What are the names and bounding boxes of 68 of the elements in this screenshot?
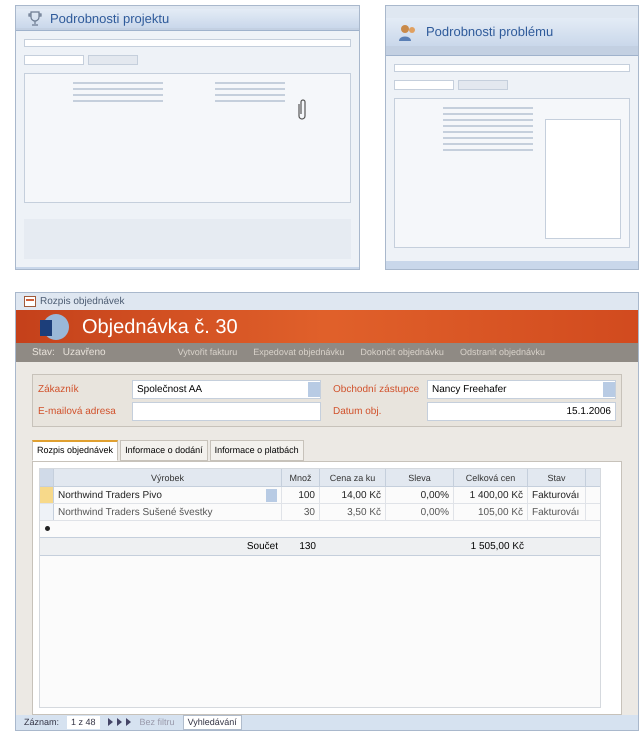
column-header[interactable]: Stav [528,468,586,486]
status-label: Stav: [32,346,55,360]
input-field[interactable] [215,82,285,84]
table-cell: Northwind Traders Sušené švestky [54,504,282,520]
field-value: 15.1.2006 [566,405,611,419]
navigation-arrows-icon [108,718,132,726]
totals-quantity: 130 [298,540,317,554]
totals-label: Součet [246,540,279,554]
table-cell: 1 400,00 Kč [454,486,528,502]
form-title: Podrobnosti projektu [50,10,170,28]
text-area[interactable] [545,119,621,239]
status-value: Uzavřeno [62,346,106,360]
column-header[interactable]: Celková cen [454,468,528,486]
column-header[interactable]: Množ [282,468,320,486]
record-label: Záznam: [24,716,60,728]
tab[interactable]: Informace o platbách [210,440,304,460]
form-title: Objednávka č. 30 [82,314,238,340]
table-cell: 3,50 Kč [320,504,386,520]
column-header[interactable]: Sleva [386,468,454,486]
input-field[interactable]: Nancy Freehafer [427,380,616,399]
input-field[interactable] [215,88,285,90]
tab[interactable] [394,80,454,90]
input-field[interactable] [24,39,351,48]
new-record-icon [44,526,50,531]
tab[interactable] [24,55,84,66]
input-field[interactable] [132,402,321,421]
input-field[interactable] [215,94,285,96]
row-selector[interactable] [40,468,54,486]
input-field[interactable] [215,100,285,102]
field-label: Datum obj. [333,405,382,419]
field-label: Obchodní zástupce [333,383,420,397]
input-field[interactable] [73,100,163,102]
row-selector[interactable] [40,486,54,502]
table-cell: 14,00 Kč [320,486,386,502]
table-cell: 0,00% [386,486,454,502]
record-position[interactable]: 1 z 48 [67,716,100,729]
search-field[interactable]: Vyhledávání [182,714,242,730]
cell-text: Northwind Traders Pivo [58,488,162,502]
tab[interactable] [88,55,138,66]
table-cell: 100 [282,486,320,502]
tab[interactable]: Informace o dodání [120,440,208,460]
window-title: Rozpis objednávek [40,295,124,310]
column-header[interactable]: Cena za ku [320,468,386,486]
field-value: Společnost AA [137,383,202,397]
tab[interactable]: Rozpis objednávek [32,440,118,460]
form-icon [24,296,36,308]
table-cell: 105,00 Kč [454,504,528,520]
form-title: Podrobnosti problému [426,23,554,42]
input-field[interactable]: Společnost AA [132,380,321,399]
column-header[interactable]: Výrobek [54,468,282,486]
field-value: Nancy Freehafer [432,383,506,397]
input-field[interactable] [73,82,163,84]
input-field[interactable] [394,64,630,72]
totals-amount: 1 505,00 Kč [470,540,525,554]
field-label: Zákazník [38,383,80,397]
trophy-icon [28,10,42,26]
input-field[interactable] [73,94,163,96]
field-label: E-mailová adresa [38,405,117,419]
input-field[interactable]: 15.1.2006 [427,402,616,421]
paperclip-icon [297,98,307,122]
input-field[interactable] [73,88,163,90]
tab[interactable] [458,80,508,90]
people-icon [398,23,418,41]
table-cell: Fakturováı [528,504,586,520]
table-cell: 0,00% [386,504,454,520]
table-cell: 30 [282,504,320,520]
table-cell: Fakturováı [528,486,586,502]
row-selector[interactable] [40,504,54,520]
